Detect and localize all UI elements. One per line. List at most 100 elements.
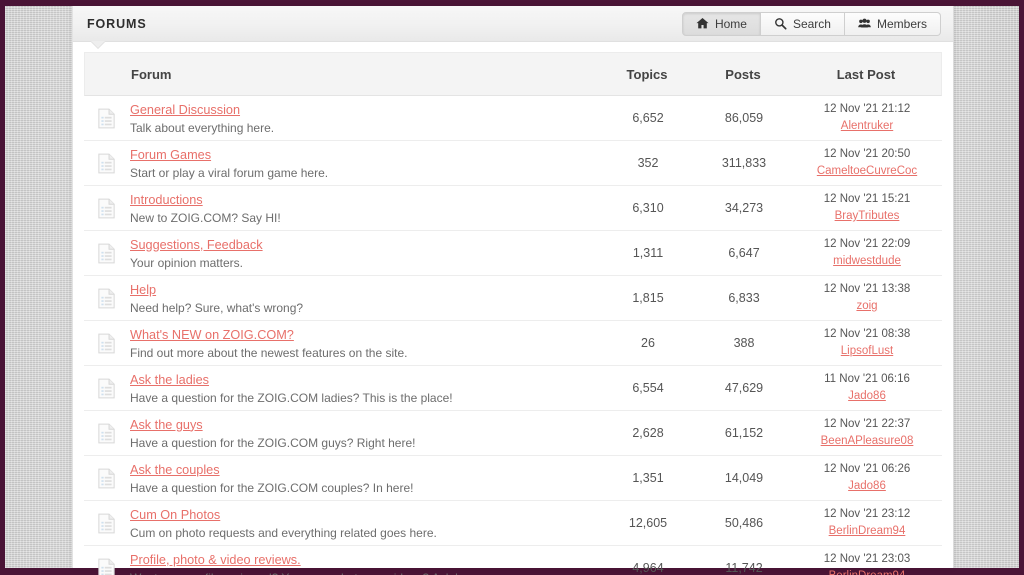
forum-description: Start or play a viral forum game here.	[130, 165, 329, 180]
topics-count: 26	[641, 336, 655, 350]
last-post-cell: 12 Nov '21 23:03 BerlinDream94	[792, 552, 942, 575]
members-icon	[858, 17, 871, 30]
last-post-date: 11 Nov '21 06:16	[824, 373, 910, 385]
table-row[interactable]: Cum On Photos Cum on photo requests and …	[84, 501, 942, 546]
forum-name-link[interactable]: Ask the couples	[130, 463, 220, 478]
forum-cell: Forum Games Start or play a viral forum …	[128, 146, 600, 181]
table-header-last-post: Last Post	[836, 66, 896, 82]
last-post-user-link[interactable]: BerlinDream94	[829, 524, 906, 538]
last-post-user-link[interactable]: Jado86	[848, 389, 886, 403]
posts-count: 6,647	[728, 246, 760, 260]
last-post-cell: 12 Nov '21 23:12 BerlinDream94	[792, 507, 942, 539]
last-post-user-link[interactable]: midwestdude	[833, 254, 901, 268]
forum-name-link[interactable]: Ask the guys	[130, 418, 203, 433]
forum-document-icon	[84, 468, 128, 489]
last-post-user-link[interactable]: Alentruker	[841, 119, 893, 133]
table-row[interactable]: Profile, photo & video reviews. Want you…	[84, 546, 942, 575]
last-post-cell: 12 Nov '21 22:37 BeenAPleasure08	[792, 417, 942, 449]
nav-button-home[interactable]: Home	[681, 11, 761, 36]
forum-document-icon	[84, 423, 128, 444]
table-body: General Discussion Talk about everything…	[84, 96, 942, 575]
forum-document-icon	[84, 243, 128, 264]
forum-description: Want your profile reviewed? Your new pho…	[130, 571, 600, 575]
forum-header-bar: FORUMS Home Search Members	[73, 6, 953, 42]
forum-description: Find out more about the newest features …	[130, 345, 408, 360]
forum-name-link[interactable]: Cum On Photos	[130, 508, 220, 523]
table-header-row: Forum Topics Posts Last Post	[84, 52, 942, 96]
forum-document-icon	[84, 513, 128, 534]
forum-name-link[interactable]: Introductions	[130, 193, 203, 208]
forum-cell: Ask the couples Have a question for the …	[128, 461, 600, 496]
last-post-cell: 12 Nov '21 08:38 LipsofLust	[792, 327, 942, 359]
forum-cell: Ask the ladies Have a question for the Z…	[128, 371, 600, 406]
table-row[interactable]: Forum Games Start or play a viral forum …	[84, 141, 942, 186]
browser-viewport: FORUMS Home Search Members Forum Topics …	[0, 0, 1024, 575]
forum-document-icon	[84, 558, 128, 575]
nav-buttons: Home Search Members	[681, 11, 941, 36]
forum-cell: Help Need help? Sure, what's wrong?	[128, 281, 600, 316]
posts-count: 86,059	[724, 111, 764, 125]
forum-name-link[interactable]: What's NEW on ZOIG.COM?	[130, 328, 294, 343]
last-post-user-link[interactable]: BrayTributes	[835, 209, 900, 223]
search-icon	[774, 17, 787, 30]
posts-count: 11,742	[725, 561, 763, 575]
last-post-cell: 12 Nov '21 22:09 midwestdude	[792, 237, 942, 269]
page-title: FORUMS	[87, 16, 147, 31]
forum-document-icon	[84, 198, 128, 219]
table-row[interactable]: What's NEW on ZOIG.COM? Find out more ab…	[84, 321, 942, 366]
topics-count: 6,310	[632, 201, 664, 215]
last-post-date: 12 Nov '21 22:09	[823, 238, 911, 250]
last-post-user-link[interactable]: Jado86	[848, 479, 886, 493]
last-post-user-link[interactable]: CameltoeCuvreCoc	[817, 164, 917, 178]
forum-description: New to ZOIG.COM? Say HI!	[130, 210, 281, 225]
forum-document-icon	[84, 288, 128, 309]
last-post-date: 12 Nov '21 23:03	[823, 553, 911, 565]
posts-count: 6,833	[728, 291, 760, 305]
posts-count: 34,273	[724, 201, 764, 215]
last-post-user-link[interactable]: BeenAPleasure08	[821, 434, 914, 448]
forum-name-link[interactable]: Help	[130, 283, 156, 298]
last-post-user-link[interactable]: BerlinDream94	[829, 569, 906, 575]
posts-count: 14,049	[724, 471, 764, 485]
last-post-cell: 12 Nov '21 06:26 Jado86	[792, 462, 942, 494]
forum-description: Have a question for the ZOIG.COM ladies?…	[130, 390, 453, 405]
nav-button-search[interactable]: Search	[760, 11, 845, 36]
last-post-cell: 12 Nov '21 21:12 Alentruker	[792, 102, 942, 134]
forum-description: Talk about everything here.	[130, 120, 275, 135]
last-post-cell: 12 Nov '21 13:38 zoig	[792, 282, 942, 314]
forum-cell: General Discussion Talk about everything…	[128, 101, 600, 136]
forum-cell: Introductions New to ZOIG.COM? Say HI!	[128, 191, 600, 226]
table-header-forum: Forum	[131, 66, 172, 82]
forum-cell: Suggestions, Feedback Your opinion matte…	[128, 236, 600, 271]
forum-name-link[interactable]: Forum Games	[130, 148, 211, 163]
home-icon	[696, 17, 709, 30]
last-post-date: 12 Nov '21 23:12	[823, 508, 911, 520]
table-row[interactable]: Ask the guys Have a question for the ZOI…	[84, 411, 942, 456]
forum-document-icon	[84, 333, 128, 354]
forum-name-link[interactable]: Ask the ladies	[130, 373, 209, 388]
table-row[interactable]: Ask the couples Have a question for the …	[84, 456, 942, 501]
forum-name-link[interactable]: Suggestions, Feedback	[130, 238, 263, 253]
forum-document-icon	[84, 153, 128, 174]
last-post-date: 12 Nov '21 22:37	[823, 418, 911, 430]
nav-button-members[interactable]: Members	[844, 11, 941, 36]
nav-button-search-label: Search	[792, 16, 831, 31]
table-row[interactable]: General Discussion Talk about everything…	[84, 96, 942, 141]
table-row[interactable]: Ask the ladies Have a question for the Z…	[84, 366, 942, 411]
forum-name-link[interactable]: Profile, photo & video reviews.	[130, 553, 301, 568]
posts-count: 50,486	[724, 516, 764, 530]
last-post-cell: 12 Nov '21 20:50 CameltoeCuvreCoc	[792, 147, 942, 179]
table-row[interactable]: Introductions New to ZOIG.COM? Say HI! 6…	[84, 186, 942, 231]
topics-count: 2,628	[632, 426, 664, 440]
posts-count: 388	[733, 336, 755, 350]
forum-description: Your opinion matters.	[130, 255, 243, 270]
last-post-date: 12 Nov '21 21:12	[823, 103, 911, 115]
topics-count: 6,554	[632, 381, 664, 395]
table-row[interactable]: Help Need help? Sure, what's wrong? 1,81…	[84, 276, 942, 321]
forum-name-link[interactable]: General Discussion	[130, 103, 240, 118]
last-post-user-link[interactable]: zoig	[856, 299, 877, 313]
table-row[interactable]: Suggestions, Feedback Your opinion matte…	[84, 231, 942, 276]
last-post-user-link[interactable]: LipsofLust	[841, 344, 893, 358]
posts-count: 311,833	[721, 156, 767, 170]
forum-table: Forum Topics Posts Last Post General Dis…	[73, 42, 953, 575]
